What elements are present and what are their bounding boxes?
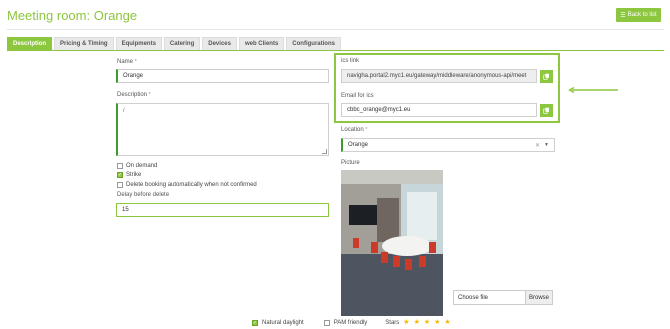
tab-pricing-timing[interactable]: Pricing & Timing [54,37,114,50]
tab-bar: Description Pricing & Timing Equipments … [7,37,341,50]
location-label: Location * [341,127,368,133]
ics-email-label: Email for ics [341,93,374,99]
star-icon[interactable]: ★ [424,319,430,326]
file-upload[interactable]: Choose file Browse [453,290,553,305]
star-icon[interactable]: ★ [414,319,420,326]
star-icon[interactable]: ★ [444,319,450,326]
delete-booking-checkbox[interactable] [117,182,123,188]
picture-label: Picture [341,160,360,166]
tab-equipments[interactable]: Equipments [115,37,162,50]
on-demand-row: On demand [117,163,157,169]
location-value: Orange [348,142,369,148]
description-label: Description * [117,92,151,98]
star-icon[interactable]: ★ [434,319,440,326]
ics-link-field[interactable]: navigha.portal2.myc1.eu/gateway/middlewa… [341,69,537,83]
delay-label: Delay before delete [117,192,170,198]
copy-ics-email-button[interactable] [540,104,553,117]
name-input[interactable]: Orange [116,69,329,83]
star-icon[interactable]: ★ [403,319,409,326]
clear-icon[interactable]: ✕ [535,142,540,149]
tab-divider [7,50,664,51]
strike-label: Strike [126,172,142,178]
browse-button[interactable]: Browse [525,291,552,304]
stars-label: Stars [385,319,400,326]
ics-email-field[interactable]: cbbc_orange@myc1.eu [341,103,537,117]
tab-description[interactable]: Description [7,37,53,50]
ics-link-label: ics link [341,58,360,64]
pam-friendly-label: PAM friendly [333,319,368,326]
description-value: / [123,108,125,114]
tab-catering[interactable]: Catering [163,37,201,50]
resize-handle[interactable] [322,149,327,154]
on-demand-checkbox[interactable] [117,163,123,169]
meeting-room-image [341,170,443,316]
header-divider [7,29,664,30]
delete-booking-label: Delete booking automatically when not co… [126,182,257,188]
tab-web-clients[interactable]: web Clients [238,37,285,50]
natural-daylight-checkbox[interactable]: ✓ [252,319,258,326]
chevron-down-icon[interactable]: ▼ [544,142,549,148]
strike-row: ✓ Strike [117,172,141,178]
tab-configurations[interactable]: Configurations [286,37,341,50]
back-to-list-button[interactable]: ☰ Back to list [616,8,661,22]
choose-file-field[interactable]: Choose file [454,291,525,304]
pam-friendly-checkbox[interactable] [323,319,330,326]
tab-devices[interactable]: Devices [202,37,237,50]
strike-checkbox[interactable]: ✓ [117,172,123,178]
delete-booking-row: Delete booking automatically when not co… [117,182,257,188]
location-select[interactable]: Orange ✕ ▼ [341,138,555,152]
list-icon: ☰ [620,12,626,19]
on-demand-label: On demand [126,163,158,169]
room-attributes-row: ✓ Natural daylight PAM friendly Stars ★ … [252,319,451,326]
description-textarea[interactable]: / [116,103,329,156]
name-label: Name * [117,59,137,65]
natural-daylight-label: Natural daylight [262,319,304,326]
annotation-arrow-icon [568,87,618,93]
copy-ics-link-button[interactable] [540,70,553,83]
copy-icon [543,73,549,80]
page-title: Meeting room: Orange [7,8,138,23]
back-to-list-label: Back to list [627,12,657,18]
copy-icon [543,107,549,114]
delay-input[interactable]: 15 [116,203,329,217]
room-photo [341,170,443,316]
